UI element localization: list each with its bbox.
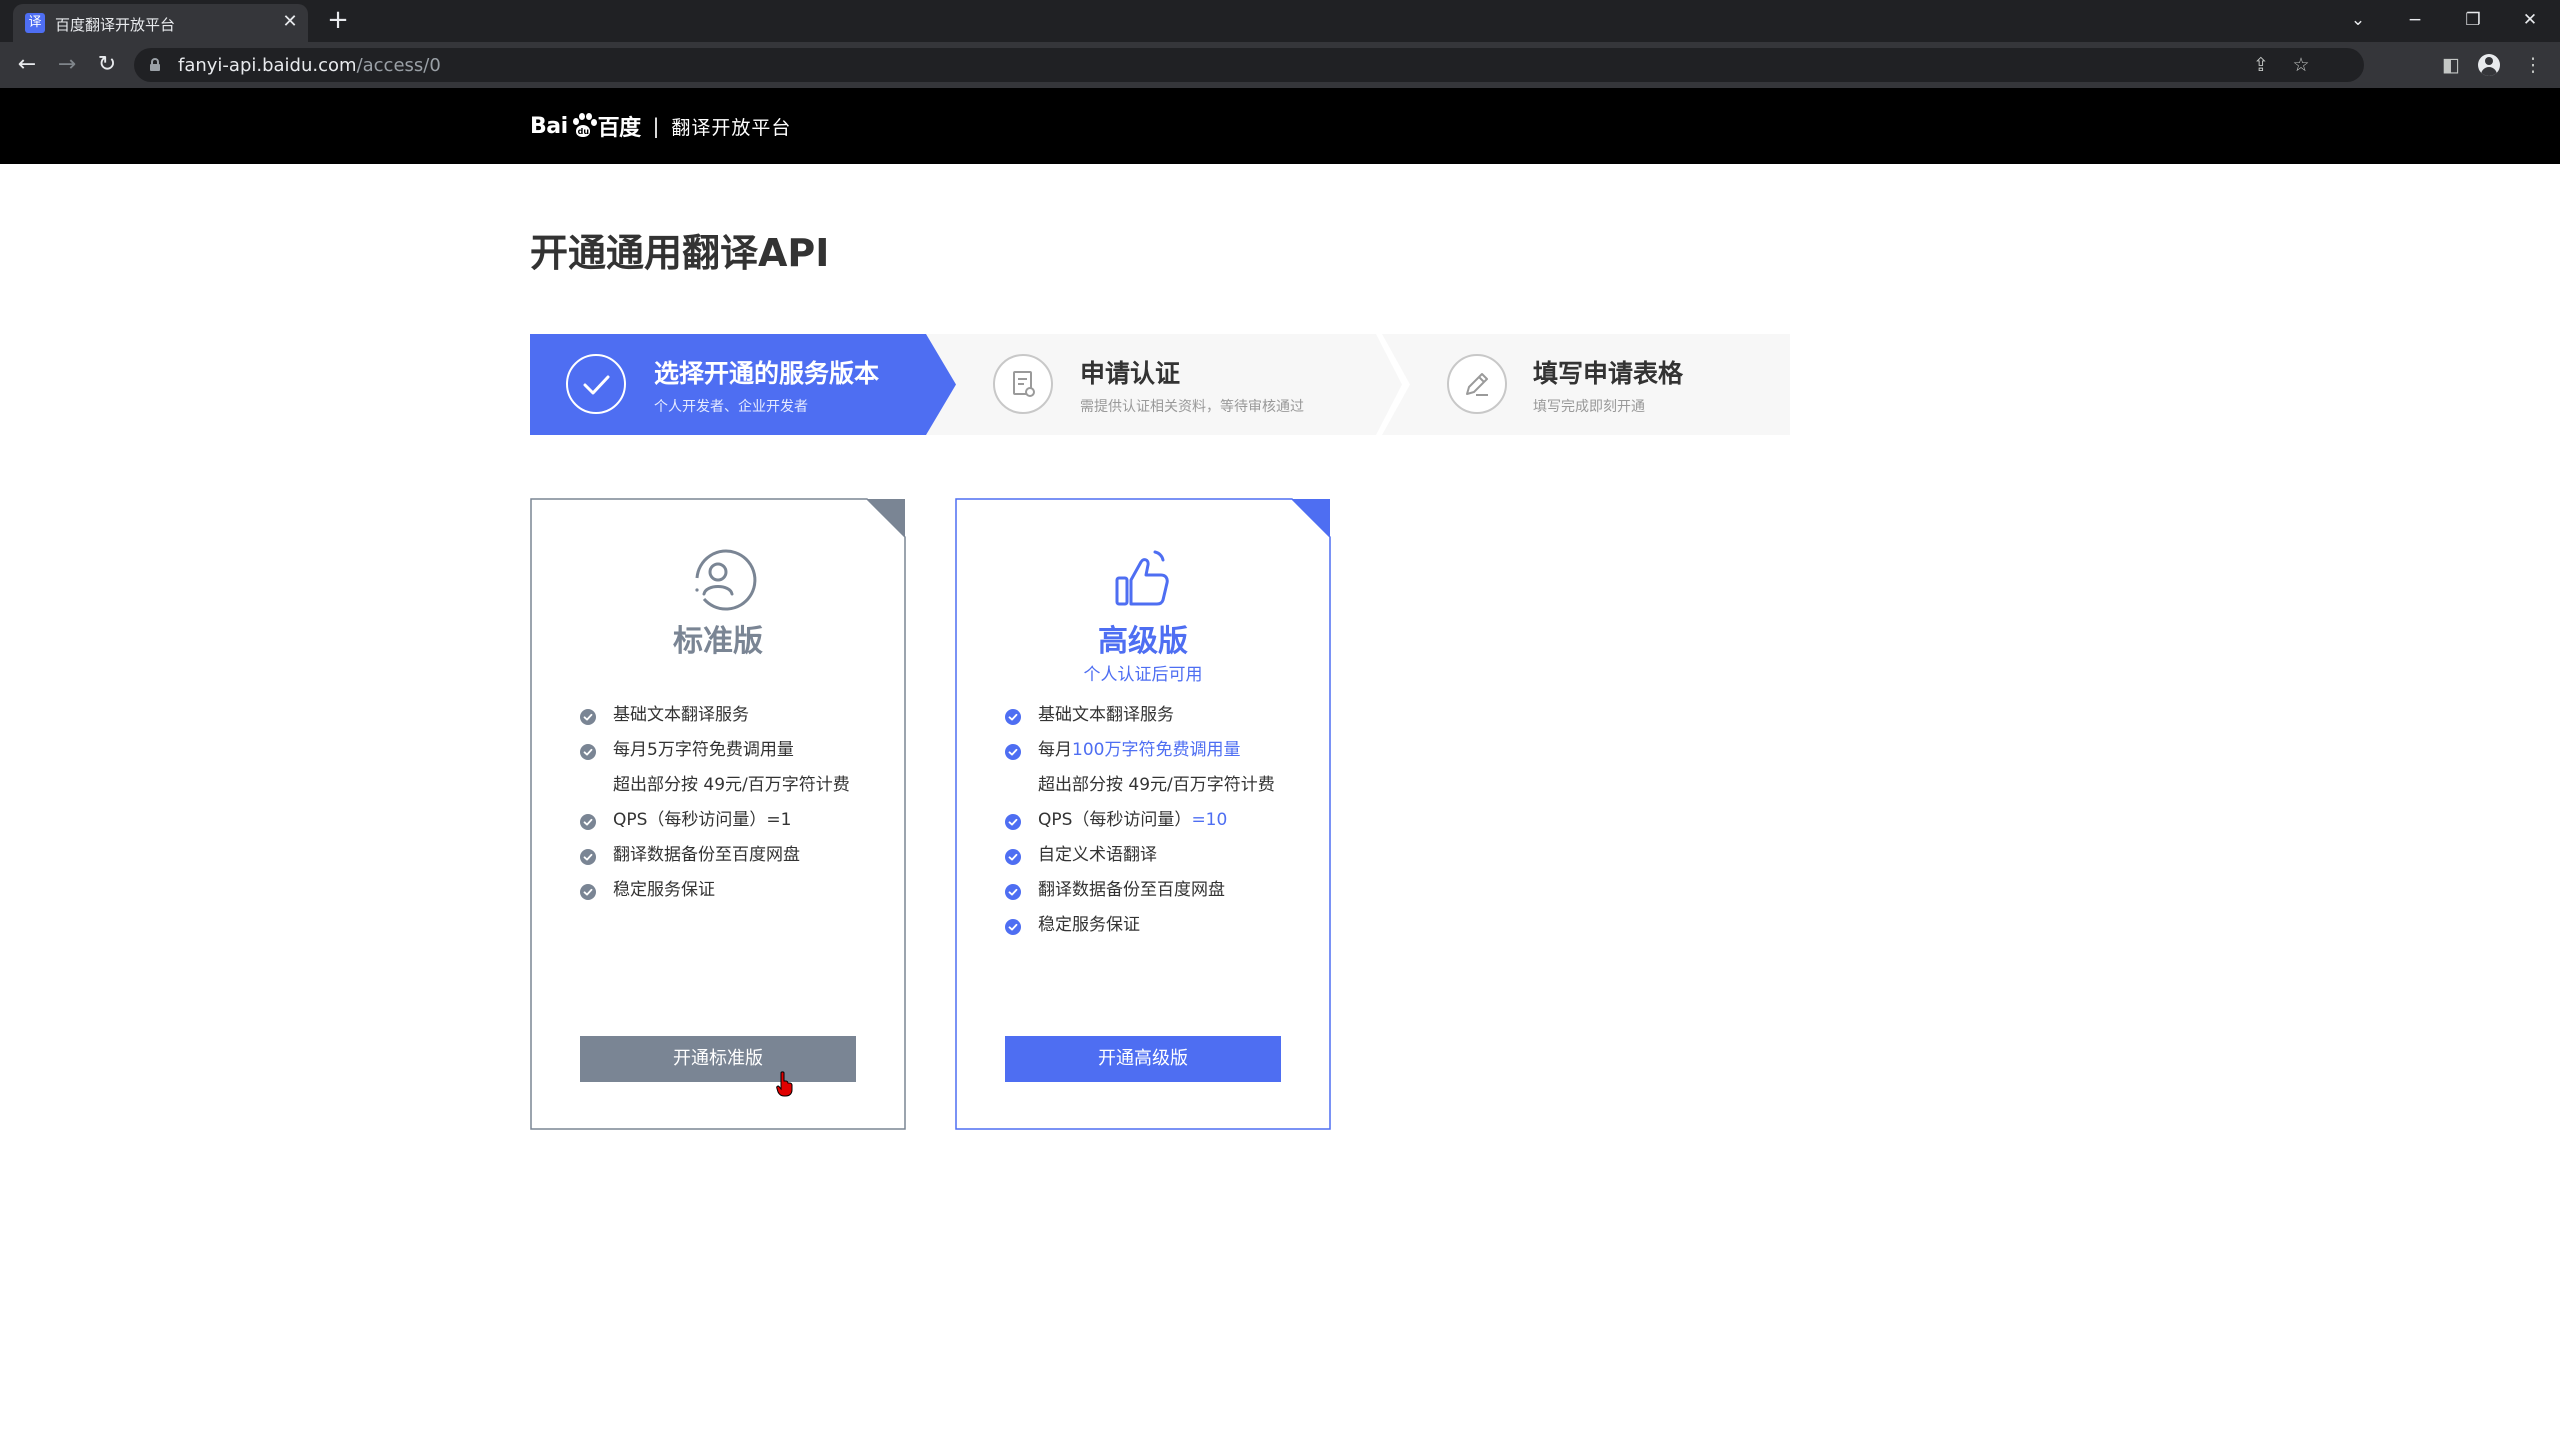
check-circle-icon xyxy=(566,354,626,414)
premium-plan-card: 高级版 个人认证后可用 基础文本翻译服务 每月100万字符免费调用量 超出部分按… xyxy=(955,498,1331,1130)
step-1-desc: 个人开发者、企业开发者 xyxy=(654,399,808,415)
tab-title: 百度翻译开放平台 xyxy=(55,16,176,34)
page-title: 开通通用翻译API xyxy=(530,231,830,275)
list-item: 基础文本翻译服务 xyxy=(1005,703,1275,738)
list-item: 基础文本翻译服务 xyxy=(580,703,850,738)
side-panel-icon[interactable]: ◧ xyxy=(2436,50,2466,80)
check-circle-icon xyxy=(580,884,596,900)
step-2-desc: 需提供认证相关资料，等待审核通过 xyxy=(1080,399,1304,415)
list-item: 翻译数据备份至百度网盘 xyxy=(580,843,850,878)
list-item: 超出部分按 49元/百万字符计费 xyxy=(1038,775,1275,795)
premium-feature-list: 基础文本翻译服务 每月100万字符免费调用量 超出部分按 49元/百万字符计费 … xyxy=(1005,703,1275,948)
check-circle-icon xyxy=(580,814,596,830)
check-circle-icon xyxy=(1005,884,1021,900)
open-premium-button[interactable]: 开通高级版 xyxy=(1005,1036,1281,1082)
paw-icon: du xyxy=(570,113,597,139)
check-circle-icon xyxy=(1005,709,1021,725)
list-item: 稳定服务保证 xyxy=(1005,913,1275,948)
document-certify-icon xyxy=(993,354,1053,414)
reload-icon[interactable]: ↻ xyxy=(92,50,122,80)
logo-paw-text: du xyxy=(577,127,590,136)
standard-plan-card: 标准版 基础文本翻译服务 每月5万字符免费调用量 超出部分按 49元/百万字符计… xyxy=(530,498,906,1130)
step-3-desc: 填写完成即刻开通 xyxy=(1533,399,1645,415)
logo-separator: | xyxy=(652,114,660,138)
premium-plan-name: 高级版 xyxy=(1098,624,1188,659)
address-bar[interactable]: fanyi-api.baidu.com/access/0 ⇪ ☆ xyxy=(134,48,2364,82)
standard-feature-list: 基础文本翻译服务 每月5万字符免费调用量 超出部分按 49元/百万字符计费 QP… xyxy=(580,703,850,913)
url-text[interactable]: fanyi-api.baidu.com/access/0 xyxy=(178,55,441,76)
open-standard-button[interactable]: 开通标准版 xyxy=(580,1036,856,1082)
list-item: 自定义术语翻译 xyxy=(1005,843,1275,878)
check-circle-icon xyxy=(1005,849,1021,865)
tab-close-icon[interactable]: ✕ xyxy=(279,11,301,33)
lock-icon[interactable] xyxy=(150,58,160,71)
share-icon[interactable]: ⇪ xyxy=(2246,50,2276,80)
check-circle-icon xyxy=(1005,744,1021,760)
tab-favicon-icon: 译 xyxy=(25,13,45,33)
arrow-right-icon[interactable]: → xyxy=(52,50,82,80)
url-host: fanyi-api.baidu.com xyxy=(178,55,357,76)
tab-search-icon[interactable]: ⌄ xyxy=(2338,6,2378,34)
browser-tab[interactable]: 译 百度翻译开放平台 ✕ xyxy=(13,4,308,42)
list-item: 超出部分按 49元/百万字符计费 xyxy=(613,775,850,795)
step-2-title: 申请认证 xyxy=(1080,359,1181,388)
check-circle-icon xyxy=(1005,919,1021,935)
arrow-left-icon[interactable]: ← xyxy=(12,50,42,80)
list-item: 翻译数据备份至百度网盘 xyxy=(1005,878,1275,913)
user-circle-icon xyxy=(695,549,757,611)
check-circle-icon xyxy=(580,709,596,725)
star-icon[interactable]: ☆ xyxy=(2286,50,2316,80)
thumbs-up-icon xyxy=(1115,550,1169,606)
check-circle-icon xyxy=(580,744,596,760)
step-3-title: 填写申请表格 xyxy=(1533,359,1684,388)
browser-toolbar: ← → ↻ fanyi-api.baidu.com/access/0 ⇪ ☆ ◧… xyxy=(0,42,2560,88)
list-item: 稳定服务保证 xyxy=(580,878,850,913)
step-1-title: 选择开通的服务版本 xyxy=(654,359,880,388)
list-item: 每月5万字符免费调用量 xyxy=(580,738,850,773)
pencil-form-icon xyxy=(1447,354,1507,414)
list-item: 每月100万字符免费调用量 xyxy=(1005,738,1275,773)
check-circle-icon xyxy=(1005,814,1021,830)
baidu-logo[interactable]: Bai du 百度 | 翻译开放平台 xyxy=(530,106,791,146)
minimize-icon[interactable]: − xyxy=(2395,6,2435,34)
platform-name: 翻译开放平台 xyxy=(671,116,792,139)
new-tab-button[interactable]: + xyxy=(324,6,352,34)
window-close-icon[interactable]: ✕ xyxy=(2510,6,2550,34)
avatar-icon[interactable] xyxy=(2478,54,2500,76)
restore-icon[interactable]: ❐ xyxy=(2453,6,2493,34)
list-item: QPS（每秒访问量）=10 xyxy=(1005,808,1275,843)
standard-plan-name: 标准版 xyxy=(673,624,763,659)
progress-steps: 选择开通的服务版本 个人开发者、企业开发者 申请认证 需提供认证相关资料，等待审… xyxy=(530,334,1790,435)
url-path: /access/0 xyxy=(356,55,441,76)
site-header: Bai du 百度 | 翻译开放平台 xyxy=(0,88,2560,164)
step-separator-icon xyxy=(1376,334,1410,435)
logo-text-left: Bai xyxy=(530,113,568,139)
logo-text-right: 百度 xyxy=(597,116,642,141)
list-item: QPS（每秒访问量）=1 xyxy=(580,808,850,843)
browser-tab-bar: 译 百度翻译开放平台 ✕ + ⌄ − ❐ ✕ xyxy=(0,0,2560,42)
check-circle-icon xyxy=(580,849,596,865)
kebab-menu-icon[interactable]: ⋮ xyxy=(2518,50,2548,80)
hand-cursor-icon xyxy=(776,1071,793,1097)
premium-plan-subtitle: 个人认证后可用 xyxy=(1083,665,1203,685)
